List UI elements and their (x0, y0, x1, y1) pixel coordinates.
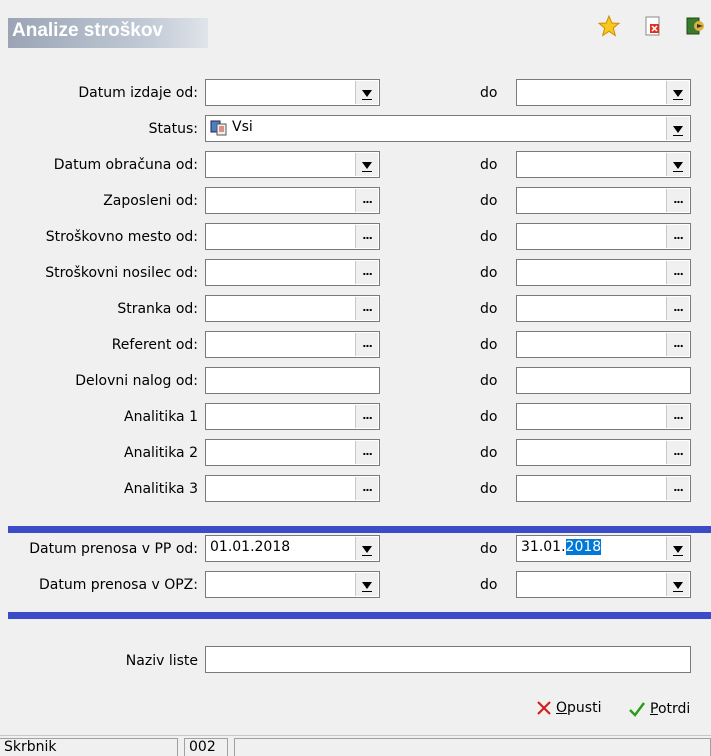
ellipsis-button[interactable]: ... (355, 333, 378, 356)
do-label: do (480, 541, 498, 557)
do-label: do (480, 445, 498, 461)
row-right-field[interactable]: ... (516, 331, 691, 358)
row-left-field[interactable]: ... (205, 403, 380, 430)
dropdown-arrow-icon[interactable] (666, 573, 689, 596)
ellipsis-button[interactable]: ... (355, 261, 378, 284)
ellipsis-button[interactable]: ... (666, 441, 689, 464)
row-label: Datum obračuna od: (53, 157, 198, 173)
dropdown-arrow-icon[interactable] (666, 537, 689, 560)
ellipsis-button[interactable]: ... (355, 225, 378, 248)
ellipsis-button[interactable]: ... (666, 333, 689, 356)
do-label: do (480, 265, 498, 281)
row-label: Analitika 2 (124, 445, 198, 461)
dropdown-arrow-icon[interactable] (666, 81, 689, 104)
do-label: do (480, 193, 498, 209)
status-list-icon (210, 120, 228, 140)
do-label: do (480, 337, 498, 353)
exit-icon[interactable] (683, 14, 707, 38)
separator-top (8, 526, 711, 533)
row-label: Analitika 3 (124, 481, 198, 497)
row-right-field[interactable]: ... (516, 259, 691, 286)
ellipsis-button[interactable]: ... (666, 189, 689, 212)
confirm-button[interactable]: Potrdi (628, 700, 690, 718)
dropdown-arrow-icon[interactable] (355, 153, 378, 176)
dropdown-arrow-icon[interactable] (355, 573, 378, 596)
status-empty (234, 738, 711, 756)
row-label: Stroškovni nosilec od: (45, 265, 198, 281)
ellipsis-button[interactable]: ... (666, 405, 689, 428)
row-left-field[interactable]: ... (205, 439, 380, 466)
do-label: do (480, 301, 498, 317)
prenos-opz-from-field[interactable] (205, 571, 380, 598)
do-label: do (480, 373, 498, 389)
title-bar: Analize stroškov (0, 0, 711, 50)
do-label: do (480, 409, 498, 425)
row-right-field[interactable] (516, 151, 691, 178)
do-label: do (480, 85, 498, 101)
row-label: Stroškovno mesto od: (45, 229, 198, 245)
separator-bottom (8, 612, 711, 619)
row-right-field[interactable]: ... (516, 187, 691, 214)
row-left-field[interactable]: ... (205, 475, 380, 502)
status-user: Skrbnik (0, 738, 178, 756)
row-left-field[interactable]: ... (205, 223, 380, 250)
row-label: Status: (148, 121, 198, 137)
row-label: Delovni nalog od: (75, 373, 198, 389)
star-icon[interactable] (597, 14, 621, 38)
prenos-pp-label: Datum prenosa v PP od: (29, 541, 198, 557)
do-label: do (480, 229, 498, 245)
cancel-button[interactable]: Opusti (536, 700, 601, 716)
ellipsis-button[interactable]: ... (355, 189, 378, 212)
naziv-label: Naziv liste (125, 653, 198, 669)
row-right-field[interactable]: ... (516, 439, 691, 466)
do-label: do (480, 481, 498, 497)
row-right-field[interactable]: ... (516, 475, 691, 502)
row-left-field[interactable] (205, 79, 380, 106)
row-right-field[interactable] (516, 367, 691, 394)
checkmark-icon (629, 702, 645, 717)
selected-text: 2018 (565, 539, 602, 555)
row-right-field[interactable]: ... (516, 403, 691, 430)
prenos-pp-to-field[interactable]: 31.01.2018 (516, 535, 691, 562)
row-label: Stranka od: (117, 301, 198, 317)
ellipsis-button[interactable]: ... (666, 261, 689, 284)
row-right-field[interactable] (516, 79, 691, 106)
window-title: Analize stroškov (12, 20, 163, 41)
row-left-field[interactable] (205, 367, 380, 394)
prenos-opz-label: Datum prenosa v OPZ: (38, 577, 198, 593)
row-left-field[interactable]: ... (205, 331, 380, 358)
dropdown-arrow-icon[interactable] (666, 153, 689, 176)
dropdown-arrow-icon[interactable] (355, 81, 378, 104)
dropdown-arrow-icon[interactable] (666, 117, 689, 140)
do-label: do (480, 157, 498, 173)
ellipsis-button[interactable]: ... (355, 441, 378, 464)
ellipsis-button[interactable]: ... (355, 405, 378, 428)
delete-icon[interactable] (641, 14, 665, 38)
row-left-field[interactable]: ... (205, 187, 380, 214)
cancel-x-icon (537, 701, 551, 715)
ellipsis-button[interactable]: ... (666, 477, 689, 500)
prenos-pp-from-field[interactable]: 01.01.2018 (205, 535, 380, 562)
status-field[interactable]: Vsi (205, 115, 691, 142)
ellipsis-button[interactable]: ... (355, 477, 378, 500)
row-label: Zaposleni od: (103, 193, 198, 209)
row-right-field[interactable]: ... (516, 223, 691, 250)
row-label: Referent od: (111, 337, 198, 353)
row-label: Analitika 1 (124, 409, 198, 425)
dropdown-arrow-icon[interactable] (355, 537, 378, 560)
row-left-field[interactable]: ... (205, 295, 380, 322)
prenos-opz-to-field[interactable] (516, 571, 691, 598)
ellipsis-button[interactable]: ... (666, 297, 689, 320)
ellipsis-button[interactable]: ... (666, 225, 689, 248)
row-right-field[interactable]: ... (516, 295, 691, 322)
do-label: do (480, 577, 498, 593)
status-code: 002 (184, 738, 228, 756)
row-label: Datum izdaje od: (78, 85, 198, 101)
naziv-field[interactable] (205, 646, 691, 673)
ellipsis-button[interactable]: ... (355, 297, 378, 320)
row-left-field[interactable] (205, 151, 380, 178)
row-left-field[interactable]: ... (205, 259, 380, 286)
status-bar: Skrbnik 002 (0, 735, 711, 756)
